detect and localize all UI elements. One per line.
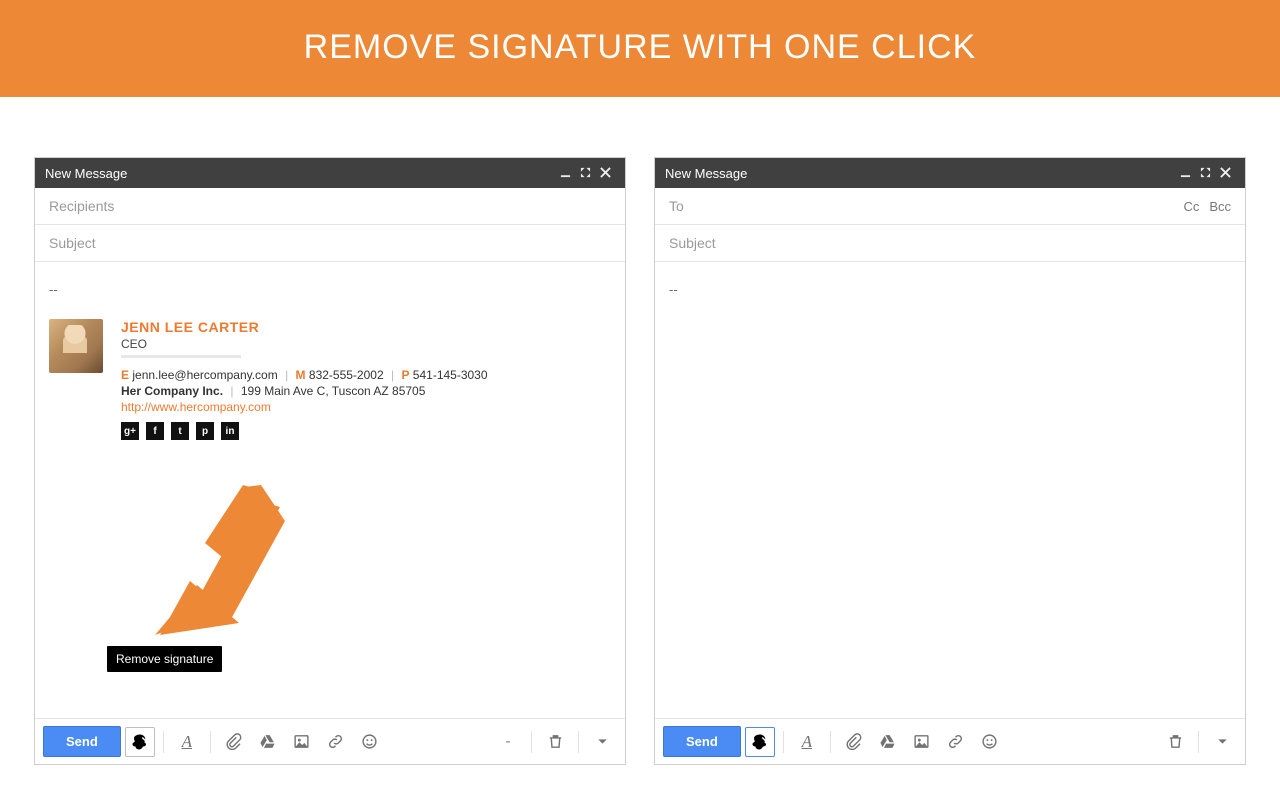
toolbar-divider [830,731,831,753]
link-icon[interactable] [321,727,351,757]
window-titlebar: New Message [35,158,625,188]
send-button[interactable]: Send [663,726,741,757]
toolbar-divider [783,731,784,753]
close-icon[interactable] [1215,166,1235,181]
linkedin-icon[interactable]: in [221,422,239,440]
signature-divider [121,355,241,358]
signature-info: JENN LEE CARTER CEO E jenn.lee@hercompan… [121,319,488,440]
recipients-field[interactable]: Recipients [35,188,625,225]
toolbar-divider [210,731,211,753]
toolbar-divider [1198,731,1199,753]
formatting-button[interactable]: A [792,727,822,757]
emoji-icon[interactable] [355,727,385,757]
compose-toolbar: Send A [655,718,1245,764]
subject-field[interactable]: Subject [655,225,1245,262]
more-options-icon[interactable] [587,727,617,757]
toolbar-divider [163,731,164,753]
pinterest-icon[interactable]: p [196,422,214,440]
compose-body[interactable]: -- [655,262,1245,718]
window-title: New Message [45,166,555,181]
callout-arrow-icon [135,485,285,658]
drive-icon[interactable] [873,727,903,757]
minus-icon[interactable]: - [493,727,523,757]
signature-company: Her Company Inc. [121,384,223,398]
signature-separator: -- [669,282,1231,297]
attach-icon[interactable] [219,727,249,757]
banner-title: REMOVE SIGNATURE WITH ONE CLICK [304,28,977,66]
signature-address-line: Her Company Inc. | 199 Main Ave C, Tusco… [121,384,488,398]
signature-contact-line: E jenn.lee@hercompany.com | M 832-555-20… [121,368,488,382]
expand-icon[interactable] [1195,166,1215,181]
to-field[interactable]: To Cc Bcc [655,188,1245,225]
bcc-link[interactable]: Bcc [1209,199,1231,214]
emoji-icon[interactable] [975,727,1005,757]
signature-email: jenn.lee@hercompany.com [132,368,277,382]
compose-toolbar: Send A - [35,718,625,764]
phone-label: P [401,368,409,382]
window-titlebar: New Message [655,158,1245,188]
trash-icon[interactable] [540,727,570,757]
window-title: New Message [665,166,1175,181]
composer-left: New Message Recipients Subject -- JENN L… [34,157,626,765]
gplus-icon[interactable]: g+ [121,422,139,440]
more-options-icon[interactable] [1207,727,1237,757]
remove-signature-button[interactable] [745,727,775,757]
trash-icon[interactable] [1160,727,1190,757]
stage: New Message Recipients Subject -- JENN L… [0,97,1280,765]
compose-body[interactable]: -- JENN LEE CARTER CEO E jenn.lee@hercom… [35,262,625,718]
close-icon[interactable] [595,166,615,181]
signature-avatar [49,319,103,373]
signature-phone: 541-145-3030 [413,368,488,382]
facebook-icon[interactable]: f [146,422,164,440]
toolbar-divider [578,731,579,753]
image-icon[interactable] [907,727,937,757]
attach-icon[interactable] [839,727,869,757]
drive-icon[interactable] [253,727,283,757]
toolbar-divider [531,731,532,753]
subject-placeholder: Subject [49,235,96,251]
signature-separator: -- [49,282,611,297]
email-label: E [121,368,129,382]
twitter-icon[interactable]: t [171,422,189,440]
remove-signature-button[interactable] [125,727,155,757]
recipients-placeholder: Recipients [49,198,114,214]
composer-right: New Message To Cc Bcc Subject -- Send [654,157,1246,765]
expand-icon[interactable] [575,166,595,181]
page-banner: REMOVE SIGNATURE WITH ONE CLICK [0,0,1280,97]
remove-signature-tooltip: Remove signature [107,646,222,672]
send-button[interactable]: Send [43,726,121,757]
formatting-button[interactable]: A [172,727,202,757]
signature-name: JENN LEE CARTER [121,319,488,335]
signature-address: 199 Main Ave C, Tuscon AZ 85705 [241,384,426,398]
signature-block: JENN LEE CARTER CEO E jenn.lee@hercompan… [49,319,611,440]
minimize-icon[interactable] [1175,166,1195,181]
to-placeholder: To [669,198,684,214]
signature-url[interactable]: http://www.hercompany.com [121,400,488,414]
cc-link[interactable]: Cc [1183,199,1199,214]
subject-placeholder: Subject [669,235,716,251]
minimize-icon[interactable] [555,166,575,181]
mobile-label: M [296,368,306,382]
signature-socials: g+ f t p in [121,422,488,440]
signature-mobile: 832-555-2002 [309,368,384,382]
image-icon[interactable] [287,727,317,757]
link-icon[interactable] [941,727,971,757]
subject-field[interactable]: Subject [35,225,625,262]
signature-title: CEO [121,337,488,351]
